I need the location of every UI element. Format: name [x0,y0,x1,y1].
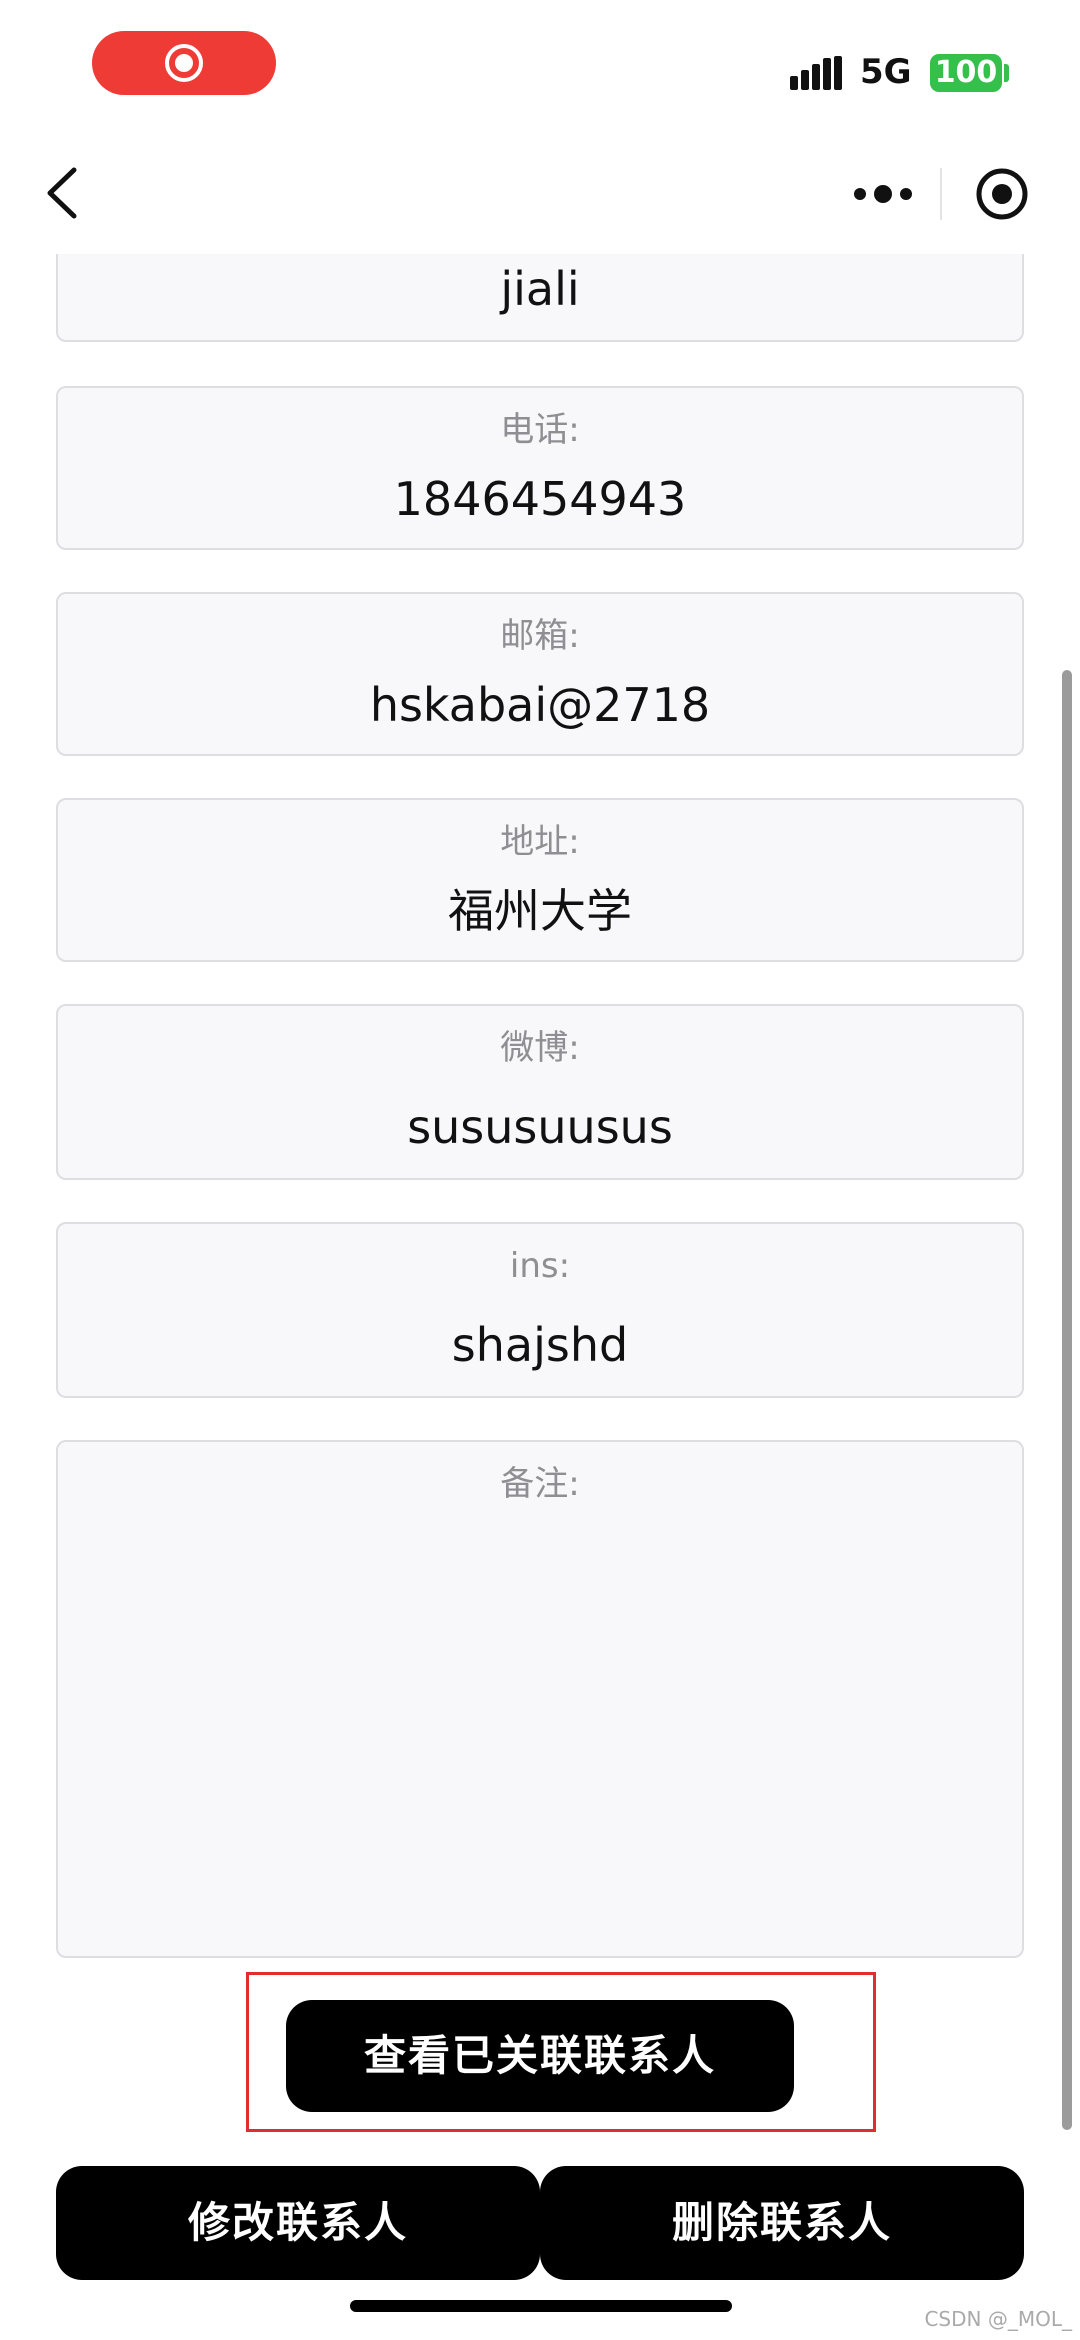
screen-record-indicator[interactable] [92,31,276,95]
network-type: 5G [860,52,912,92]
nav-divider [940,168,942,220]
weibo-value: sususuusus [407,1100,673,1154]
view-linked-contacts-button[interactable]: 查看已关联联系人 [286,2000,794,2112]
email-field[interactable]: 邮箱: hskabai@2718 [56,592,1024,756]
address-label: 地址: [500,822,580,862]
ins-value: shajshd [451,1318,629,1372]
ins-field[interactable]: ins: shajshd [56,1222,1024,1398]
more-dots-icon[interactable] [848,166,918,222]
weibo-field[interactable]: 微博: sususuusus [56,1004,1024,1180]
name-value: jiali [500,262,580,316]
battery-level: 100 [930,54,1002,92]
address-field[interactable]: 地址: 福州大学 [56,798,1024,962]
home-indicator[interactable] [350,2300,732,2312]
weibo-label: 微博: [500,1028,580,1068]
close-target-icon[interactable] [972,164,1032,224]
edit-contact-button[interactable]: 修改联系人 [56,2166,540,2280]
battery-tip-icon [1004,64,1009,82]
email-value: hskabai@2718 [369,678,711,732]
email-label: 邮箱: [500,616,580,656]
address-value: 福州大学 [448,884,632,938]
phone-field[interactable]: 电话: 1846454943 [56,386,1024,550]
scrollbar[interactable] [1062,670,1072,2130]
contact-details: jiali 电话: 1846454943 邮箱: hskabai@2718 地址… [0,254,1080,2154]
back-chevron-icon[interactable] [36,160,96,226]
screen: 5G 100 jiali 电话: 1846454943 邮箱: hskabai@… [0,0,1080,2340]
phone-label: 电话: [500,410,580,450]
status-bar: 5G 100 [0,0,1080,130]
note-field[interactable]: 备注: [56,1440,1024,1958]
delete-contact-button[interactable]: 删除联系人 [540,2166,1024,2280]
record-icon [165,44,203,82]
signal-icon [790,56,842,90]
watermark: CSDN @_MOL_ [924,2307,1072,2331]
ins-label: ins: [509,1246,571,1286]
note-label: 备注: [500,1464,580,1504]
name-field[interactable]: jiali [56,254,1024,342]
phone-value: 1846454943 [393,472,687,526]
nav-bar [0,130,1080,254]
